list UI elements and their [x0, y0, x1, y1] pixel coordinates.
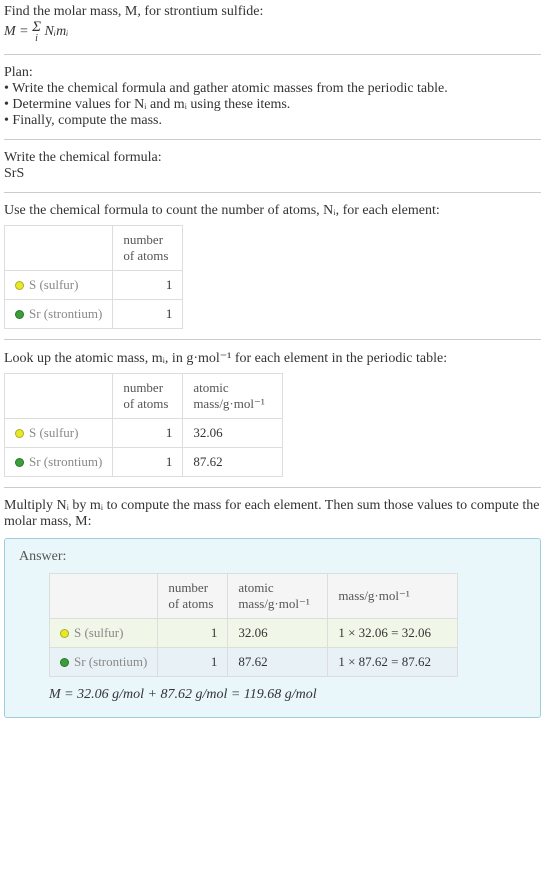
table-header-row: number of atoms atomic mass/g·mol⁻¹ mass… — [50, 573, 458, 618]
atoms-value: 1 — [113, 447, 183, 476]
divider — [4, 339, 541, 340]
element-strontium: Sr (strontium) — [5, 447, 113, 476]
multiply-section: Multiply Nᵢ by mᵢ to compute the mass fo… — [4, 498, 541, 530]
table-row: Sr (strontium) 1 87.62 — [5, 447, 283, 476]
chemical-formula-heading: Write the chemical formula: — [4, 150, 541, 166]
element-strontium: Sr (strontium) — [5, 299, 113, 328]
col-mass: mass/g·mol⁻¹ — [328, 573, 458, 618]
atoms-value: 1 — [158, 647, 228, 676]
col-atomic-mass: atomic mass/g·mol⁻¹ — [228, 573, 328, 618]
strontium-icon — [60, 658, 69, 667]
col-number-of-atoms: number of atoms — [113, 225, 183, 270]
divider — [4, 139, 541, 140]
mass-value: 32.06 — [183, 418, 283, 447]
element-strontium: Sr (strontium) — [50, 647, 158, 676]
table-row: Sr (strontium) 1 87.62 1 × 87.62 = 87.62 — [50, 647, 458, 676]
divider — [4, 54, 541, 55]
element-sulfur: S (sulfur) — [5, 418, 113, 447]
atoms-value: 1 — [113, 270, 183, 299]
sulfur-icon — [60, 629, 69, 638]
col-atomic-mass: atomic mass/g·mol⁻¹ — [183, 373, 283, 418]
intro-line1: Find the molar mass, M, for strontium su… — [4, 4, 541, 20]
mass-calc-value: 1 × 32.06 = 32.06 — [328, 618, 458, 647]
sigma-index: i — [32, 34, 41, 44]
atomic-mass-value: 32.06 — [228, 618, 328, 647]
strontium-icon — [15, 310, 24, 319]
count-table: number of atoms S (sulfur) 1 Sr (stronti… — [4, 225, 183, 329]
empty-header — [5, 373, 113, 418]
answer-table: number of atoms atomic mass/g·mol⁻¹ mass… — [49, 573, 458, 677]
element-name: S (sulfur) — [29, 425, 78, 440]
plan-heading: Plan: — [4, 65, 541, 81]
divider — [4, 487, 541, 488]
plan-item3: • Finally, compute the mass. — [4, 113, 541, 129]
intro-Nimi: Nᵢmᵢ — [41, 24, 68, 39]
element-name: S (sulfur) — [29, 277, 78, 292]
answer-box: Answer: number of atoms atomic mass/g·mo… — [4, 538, 541, 718]
count-section: Use the chemical formula to count the nu… — [4, 203, 541, 329]
table-header-row: number of atoms atomic mass/g·mol⁻¹ — [5, 373, 283, 418]
intro-M-equals: M = — [4, 24, 32, 39]
plan-item2: • Determine values for Nᵢ and mᵢ using t… — [4, 97, 541, 113]
intro-formula: M = Σi Nᵢmᵢ — [4, 20, 541, 44]
strontium-icon — [15, 458, 24, 467]
sulfur-icon — [15, 429, 24, 438]
answer-formula: M = 32.06 g/mol + 87.62 g/mol = 119.68 g… — [49, 687, 526, 703]
sulfur-icon — [15, 281, 24, 290]
empty-header — [5, 225, 113, 270]
plan-section: Plan: • Write the chemical formula and g… — [4, 65, 541, 129]
table-header-row: number of atoms — [5, 225, 183, 270]
element-name: Sr (strontium) — [74, 654, 147, 669]
table-row: S (sulfur) 1 32.06 1 × 32.06 = 32.06 — [50, 618, 458, 647]
divider — [4, 192, 541, 193]
atoms-value: 1 — [113, 418, 183, 447]
element-name: Sr (strontium) — [29, 454, 102, 469]
element-sulfur: S (sulfur) — [5, 270, 113, 299]
mass-value: 87.62 — [183, 447, 283, 476]
plan-item1: • Write the chemical formula and gather … — [4, 81, 541, 97]
element-name: Sr (strontium) — [29, 306, 102, 321]
sigma-symbol: Σ — [32, 20, 41, 34]
chemical-formula-section: Write the chemical formula: SrS — [4, 150, 541, 182]
atoms-value: 1 — [158, 618, 228, 647]
mass-calc-value: 1 × 87.62 = 87.62 — [328, 647, 458, 676]
sigma-sum: Σi — [32, 20, 41, 44]
element-sulfur: S (sulfur) — [50, 618, 158, 647]
multiply-heading: Multiply Nᵢ by mᵢ to compute the mass fo… — [4, 498, 541, 530]
empty-header — [50, 573, 158, 618]
col-number-of-atoms: number of atoms — [158, 573, 228, 618]
lookup-section: Look up the atomic mass, mᵢ, in g·mol⁻¹ … — [4, 350, 541, 477]
chemical-formula-value: SrS — [4, 166, 541, 182]
lookup-heading: Look up the atomic mass, mᵢ, in g·mol⁻¹ … — [4, 350, 541, 367]
element-name: S (sulfur) — [74, 625, 123, 640]
table-row: Sr (strontium) 1 — [5, 299, 183, 328]
lookup-table: number of atoms atomic mass/g·mol⁻¹ S (s… — [4, 373, 283, 477]
answer-label: Answer: — [19, 549, 526, 565]
atomic-mass-value: 87.62 — [228, 647, 328, 676]
col-number-of-atoms: number of atoms — [113, 373, 183, 418]
intro-section: Find the molar mass, M, for strontium su… — [4, 4, 541, 44]
table-row: S (sulfur) 1 32.06 — [5, 418, 283, 447]
atoms-value: 1 — [113, 299, 183, 328]
count-heading: Use the chemical formula to count the nu… — [4, 203, 541, 219]
table-row: S (sulfur) 1 — [5, 270, 183, 299]
